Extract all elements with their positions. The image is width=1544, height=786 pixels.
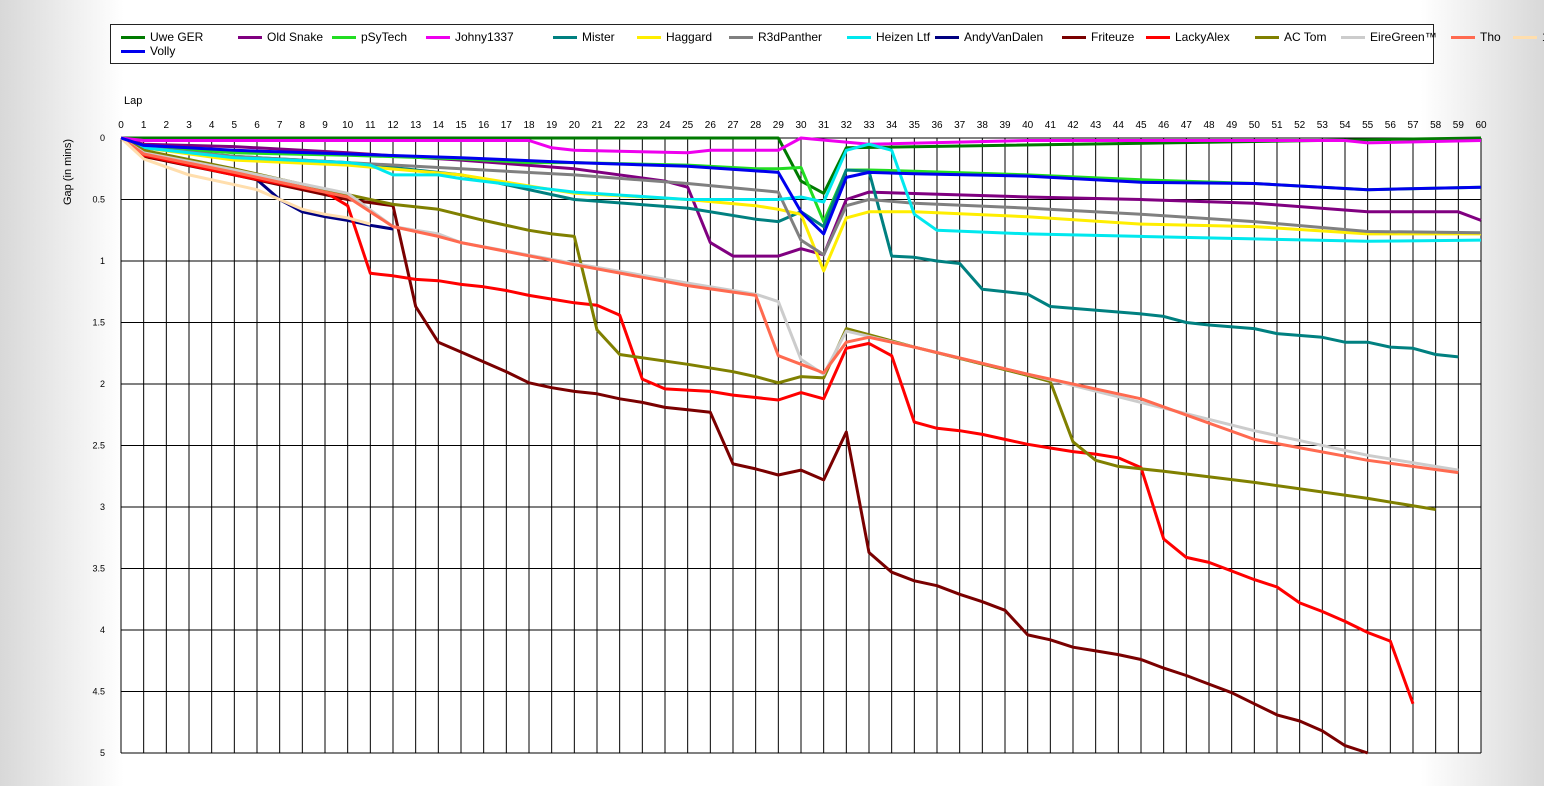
x-tick-label: 1 [141,120,147,131]
y-tick-label: 4.5 [92,687,105,697]
x-tick-label: 7 [277,120,283,131]
x-tick-label: 27 [727,120,739,131]
x-axis-label: Lap [124,95,142,107]
y-tick-label: 4 [100,625,105,635]
x-tick-label: 25 [682,120,694,131]
x-tick-label: 37 [954,120,966,131]
x-tick-label: 14 [433,120,445,131]
x-tick-label: 17 [501,120,513,131]
y-tick-label: 3 [100,502,105,512]
y-tick-labels: 0 0.5 1 1.5 2 2.5 3 3.5 4 4.5 5 [92,133,105,758]
x-tick-label: 45 [1135,120,1147,131]
x-tick-label: 33 [863,120,875,131]
x-tick-label: 21 [591,120,603,131]
x-tick-label: 36 [931,120,943,131]
x-tick-label: 47 [1181,120,1193,131]
x-tick-label: 34 [886,120,898,131]
x-tick-label: 20 [569,120,581,131]
x-tick-label: 50 [1249,120,1261,131]
x-tick-label: 38 [977,120,989,131]
y-tick-label: 2.5 [92,441,105,451]
x-tick-label: 26 [705,120,717,131]
x-tick-label: 59 [1453,120,1465,131]
x-tick-label: 48 [1203,120,1215,131]
lap-gap-chart: 0 1 2 3 4 5 6 7 8 9 10 11 12 13 14 15 16 17 18 19 20 21 22 23 24… [62,95,1487,758]
x-tick-label: 41 [1045,120,1057,131]
y-tick-label: 0.5 [92,195,105,205]
y-tick-label: 1 [100,256,105,266]
x-tick-label: 11 [365,120,376,131]
y-axis-label: Gap (in mins) [62,139,74,205]
x-tick-label: 56 [1385,120,1397,131]
x-tick-label: 40 [1022,120,1034,131]
x-tick-label: 57 [1407,120,1419,131]
x-tick-label: 23 [637,120,649,131]
x-tick-label: 31 [818,120,830,131]
x-tick-label: 13 [410,120,422,131]
x-tick-label: 44 [1113,120,1125,131]
x-tick-label: 30 [795,120,807,131]
x-tick-label: 32 [841,120,853,131]
x-tick-label: 46 [1158,120,1170,131]
x-tick-label: 39 [999,120,1011,131]
x-tick-label: 52 [1294,120,1306,131]
y-tick-label: 3.5 [92,564,105,574]
x-tick-label: 8 [300,120,306,131]
x-tick-label: 53 [1317,120,1329,131]
x-tick-label: 9 [322,120,328,131]
x-tick-label: 51 [1271,120,1283,131]
x-tick-label: 3 [186,120,192,131]
x-tick-label: 16 [478,120,490,131]
x-tick-label: 5 [232,120,238,131]
x-tick-label: 15 [455,120,467,131]
x-tick-label: 58 [1430,120,1442,131]
x-tick-label: 18 [523,120,535,131]
x-tick-label: 29 [773,120,785,131]
y-tick-label: 1.5 [92,318,105,328]
x-tick-label: 2 [164,120,170,131]
x-tick-label: 4 [209,120,215,131]
x-tick-label: 55 [1362,120,1374,131]
x-tick-label: 49 [1226,120,1238,131]
x-tick-label: 22 [614,120,626,131]
x-tick-label: 0 [118,120,124,131]
x-tick-label: 10 [342,120,354,131]
x-tick-label: 19 [546,120,558,131]
y-tick-label: 2 [100,379,105,389]
x-tick-label: 6 [254,120,260,131]
x-tick-labels: 0 1 2 3 4 5 6 7 8 9 10 11 12 13 14 15 16 17 18 19 20 21 22 23 24… [118,120,1487,131]
x-tick-label: 35 [909,120,921,131]
y-tick-label: 5 [100,748,105,758]
grid [120,137,1482,754]
x-tick-label: 43 [1090,120,1102,131]
y-tick-label: 0 [100,133,105,143]
x-tick-label: 24 [659,120,671,131]
x-tick-label: 28 [750,120,762,131]
x-tick-label: 42 [1067,120,1079,131]
chart-stage: Uwe GER Old Snake pSyTech Johny1337 Mister Ha… [0,0,1544,786]
x-tick-label: 54 [1339,120,1351,131]
x-tick-label: 12 [387,120,399,131]
x-tick-label: 60 [1475,120,1487,131]
